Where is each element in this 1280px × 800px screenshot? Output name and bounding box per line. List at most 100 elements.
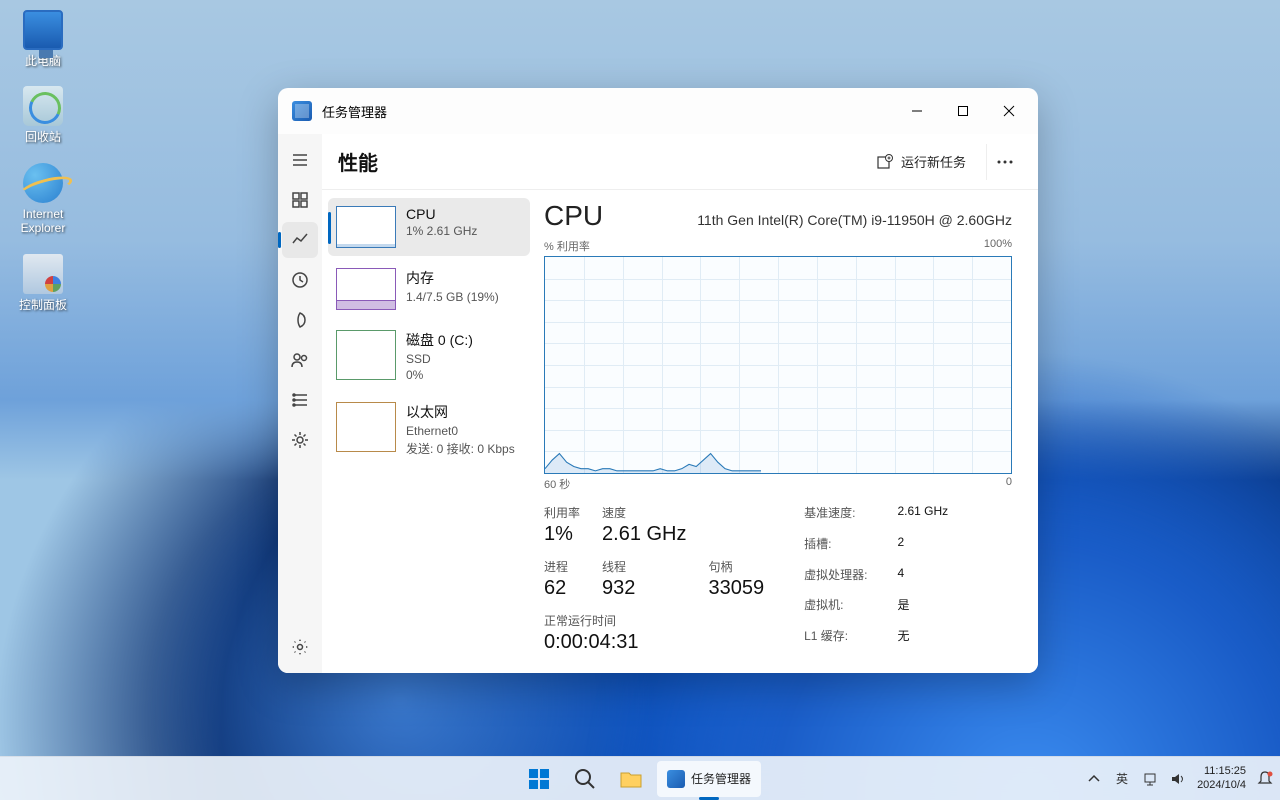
stat-label: 速度 [602,504,686,521]
stat-value: 2.61 GHz [602,523,686,546]
resource-list: CPU 1% 2.61 GHz 内存 1.4/7.5 GB (19%) [322,190,534,673]
graph-xlabel-left: 60 秒 [544,476,570,492]
stat-value: 2 [897,535,948,562]
minimize-button[interactable] [894,93,940,129]
cpu-detail-pane: CPU 11th Gen Intel(R) Core(TM) i9-11950H… [534,190,1038,673]
cpu-utilization-graph[interactable] [544,256,1012,474]
stat-label: 虚拟机: [804,596,867,623]
file-explorer-button[interactable] [611,759,651,799]
taskbar-app-label: 任务管理器 [691,770,751,787]
task-manager-window: 任务管理器 [278,88,1038,673]
tray-notifications[interactable] [1256,770,1274,788]
stat-value: 2.61 GHz [897,504,948,531]
resource-cpu[interactable]: CPU 1% 2.61 GHz [328,198,530,256]
hamburger-button[interactable] [282,142,318,178]
run-icon [877,154,893,170]
tray-volume[interactable] [1169,770,1187,788]
stat-value: 0:00:04:31 [544,631,764,654]
volume-icon [1170,771,1186,787]
cpu-line-chart [545,257,761,473]
tray-clock[interactable]: 11:15:25 2024/10/4 [1197,765,1246,791]
stat-label: 正常运行时间 [544,612,764,629]
new-task-button[interactable]: 运行新任务 [865,146,978,177]
detail-title: CPU [544,200,603,232]
stats-secondary: 基准速度: 2.61 GHz 插槽: 2 虚拟处理器: 4 虚拟机: 是 L1 缓存: 无 [804,504,948,654]
resource-memory[interactable]: 内存 1.4/7.5 GB (19%) [328,260,530,318]
tray-chevron-up[interactable] [1085,770,1103,788]
recycle-bin-icon [23,86,63,126]
graph-ylabel: % 利用率 [544,238,590,254]
windows-icon [527,767,551,791]
disk-thumbnail [336,330,396,380]
desktop-icon-internet-explorer[interactable]: Internet Explorer [8,163,78,236]
stat-value: 932 [602,577,686,600]
resource-disk[interactable]: 磁盘 0 (C:) SSD 0% [328,322,530,390]
desktop-icon-label: 回收站 [8,130,78,144]
window-title: 任务管理器 [322,102,387,121]
graph-ymax: 100% [984,238,1012,254]
stat-value: 1% [544,523,580,546]
nav-app-history[interactable] [282,262,318,298]
clock-date: 2024/10/4 [1197,779,1246,792]
desktop-icon-this-pc[interactable]: 此电脑 [8,10,78,68]
bell-icon [1256,770,1274,788]
stat-value: 4 [897,566,948,593]
stat-label: 插槽: [804,535,867,562]
resource-sub: SSD [406,352,473,366]
ellipsis-icon [997,160,1013,164]
tray-ime[interactable]: 英 [1113,770,1131,788]
taskbar-app-task-manager[interactable]: 任务管理器 [657,761,761,797]
cpu-model: 11th Gen Intel(R) Core(TM) i9-11950H @ 2… [619,212,1012,228]
stat-value: 是 [897,596,948,623]
stat-label: 进程 [544,558,580,575]
resource-name: 磁盘 0 (C:) [406,330,473,350]
stat-label: 基准速度: [804,504,867,531]
nav-performance[interactable] [282,222,318,258]
stat-label: 线程 [602,558,686,575]
desktop-icon-recycle-bin[interactable]: 回收站 [8,86,78,144]
tray-network[interactable] [1141,770,1159,788]
folder-icon [619,767,643,791]
nav-startup[interactable] [282,302,318,338]
resource-sub: 发送: 0 接收: 0 Kbps [406,440,515,457]
page-title: 性能 [338,147,378,176]
nav-rail [278,134,322,673]
page-header: 性能 运行新任务 [322,134,1038,190]
stats-primary: 利用率1% 速度2.61 GHz 进程62 线程932 句柄33059 正常运行… [544,504,764,654]
nav-processes[interactable] [282,182,318,218]
stat-label: L1 缓存: [804,627,867,654]
desktop-icons: 此电脑 回收站 Internet Explorer 控制面板 [8,10,78,312]
search-button[interactable] [565,759,605,799]
nav-users[interactable] [282,342,318,378]
more-button[interactable] [986,144,1022,180]
stat-value: 62 [544,577,580,600]
stat-value: 无 [897,627,948,654]
clock-time: 11:15:25 [1197,765,1246,778]
titlebar[interactable]: 任务管理器 [278,88,1038,134]
resource-ethernet[interactable]: 以太网 Ethernet0 发送: 0 接收: 0 Kbps [328,394,530,465]
ie-icon [23,163,63,203]
maximize-button[interactable] [940,93,986,129]
nav-details[interactable] [282,382,318,418]
stat-label: 利用率 [544,504,580,521]
start-button[interactable] [519,759,559,799]
chevron-up-icon [1086,771,1102,787]
control-panel-icon [23,254,63,294]
resource-sub: 1.4/7.5 GB (19%) [406,290,499,304]
app-icon [292,101,312,121]
ethernet-thumbnail [336,402,396,452]
memory-thumbnail [336,268,396,310]
new-task-label: 运行新任务 [901,152,966,171]
resource-name: CPU [406,206,477,222]
desktop-icon-label: 控制面板 [8,298,78,312]
network-icon [1142,771,1158,787]
graph-xlabel-right: 0 [1006,476,1012,492]
task-manager-icon [667,770,685,788]
nav-settings[interactable] [282,629,318,665]
resource-sub: 1% 2.61 GHz [406,224,477,238]
nav-services[interactable] [282,422,318,458]
desktop-icon-control-panel[interactable]: 控制面板 [8,254,78,312]
stat-label: 虚拟处理器: [804,566,867,593]
close-button[interactable] [986,93,1032,129]
pc-icon [23,10,63,50]
